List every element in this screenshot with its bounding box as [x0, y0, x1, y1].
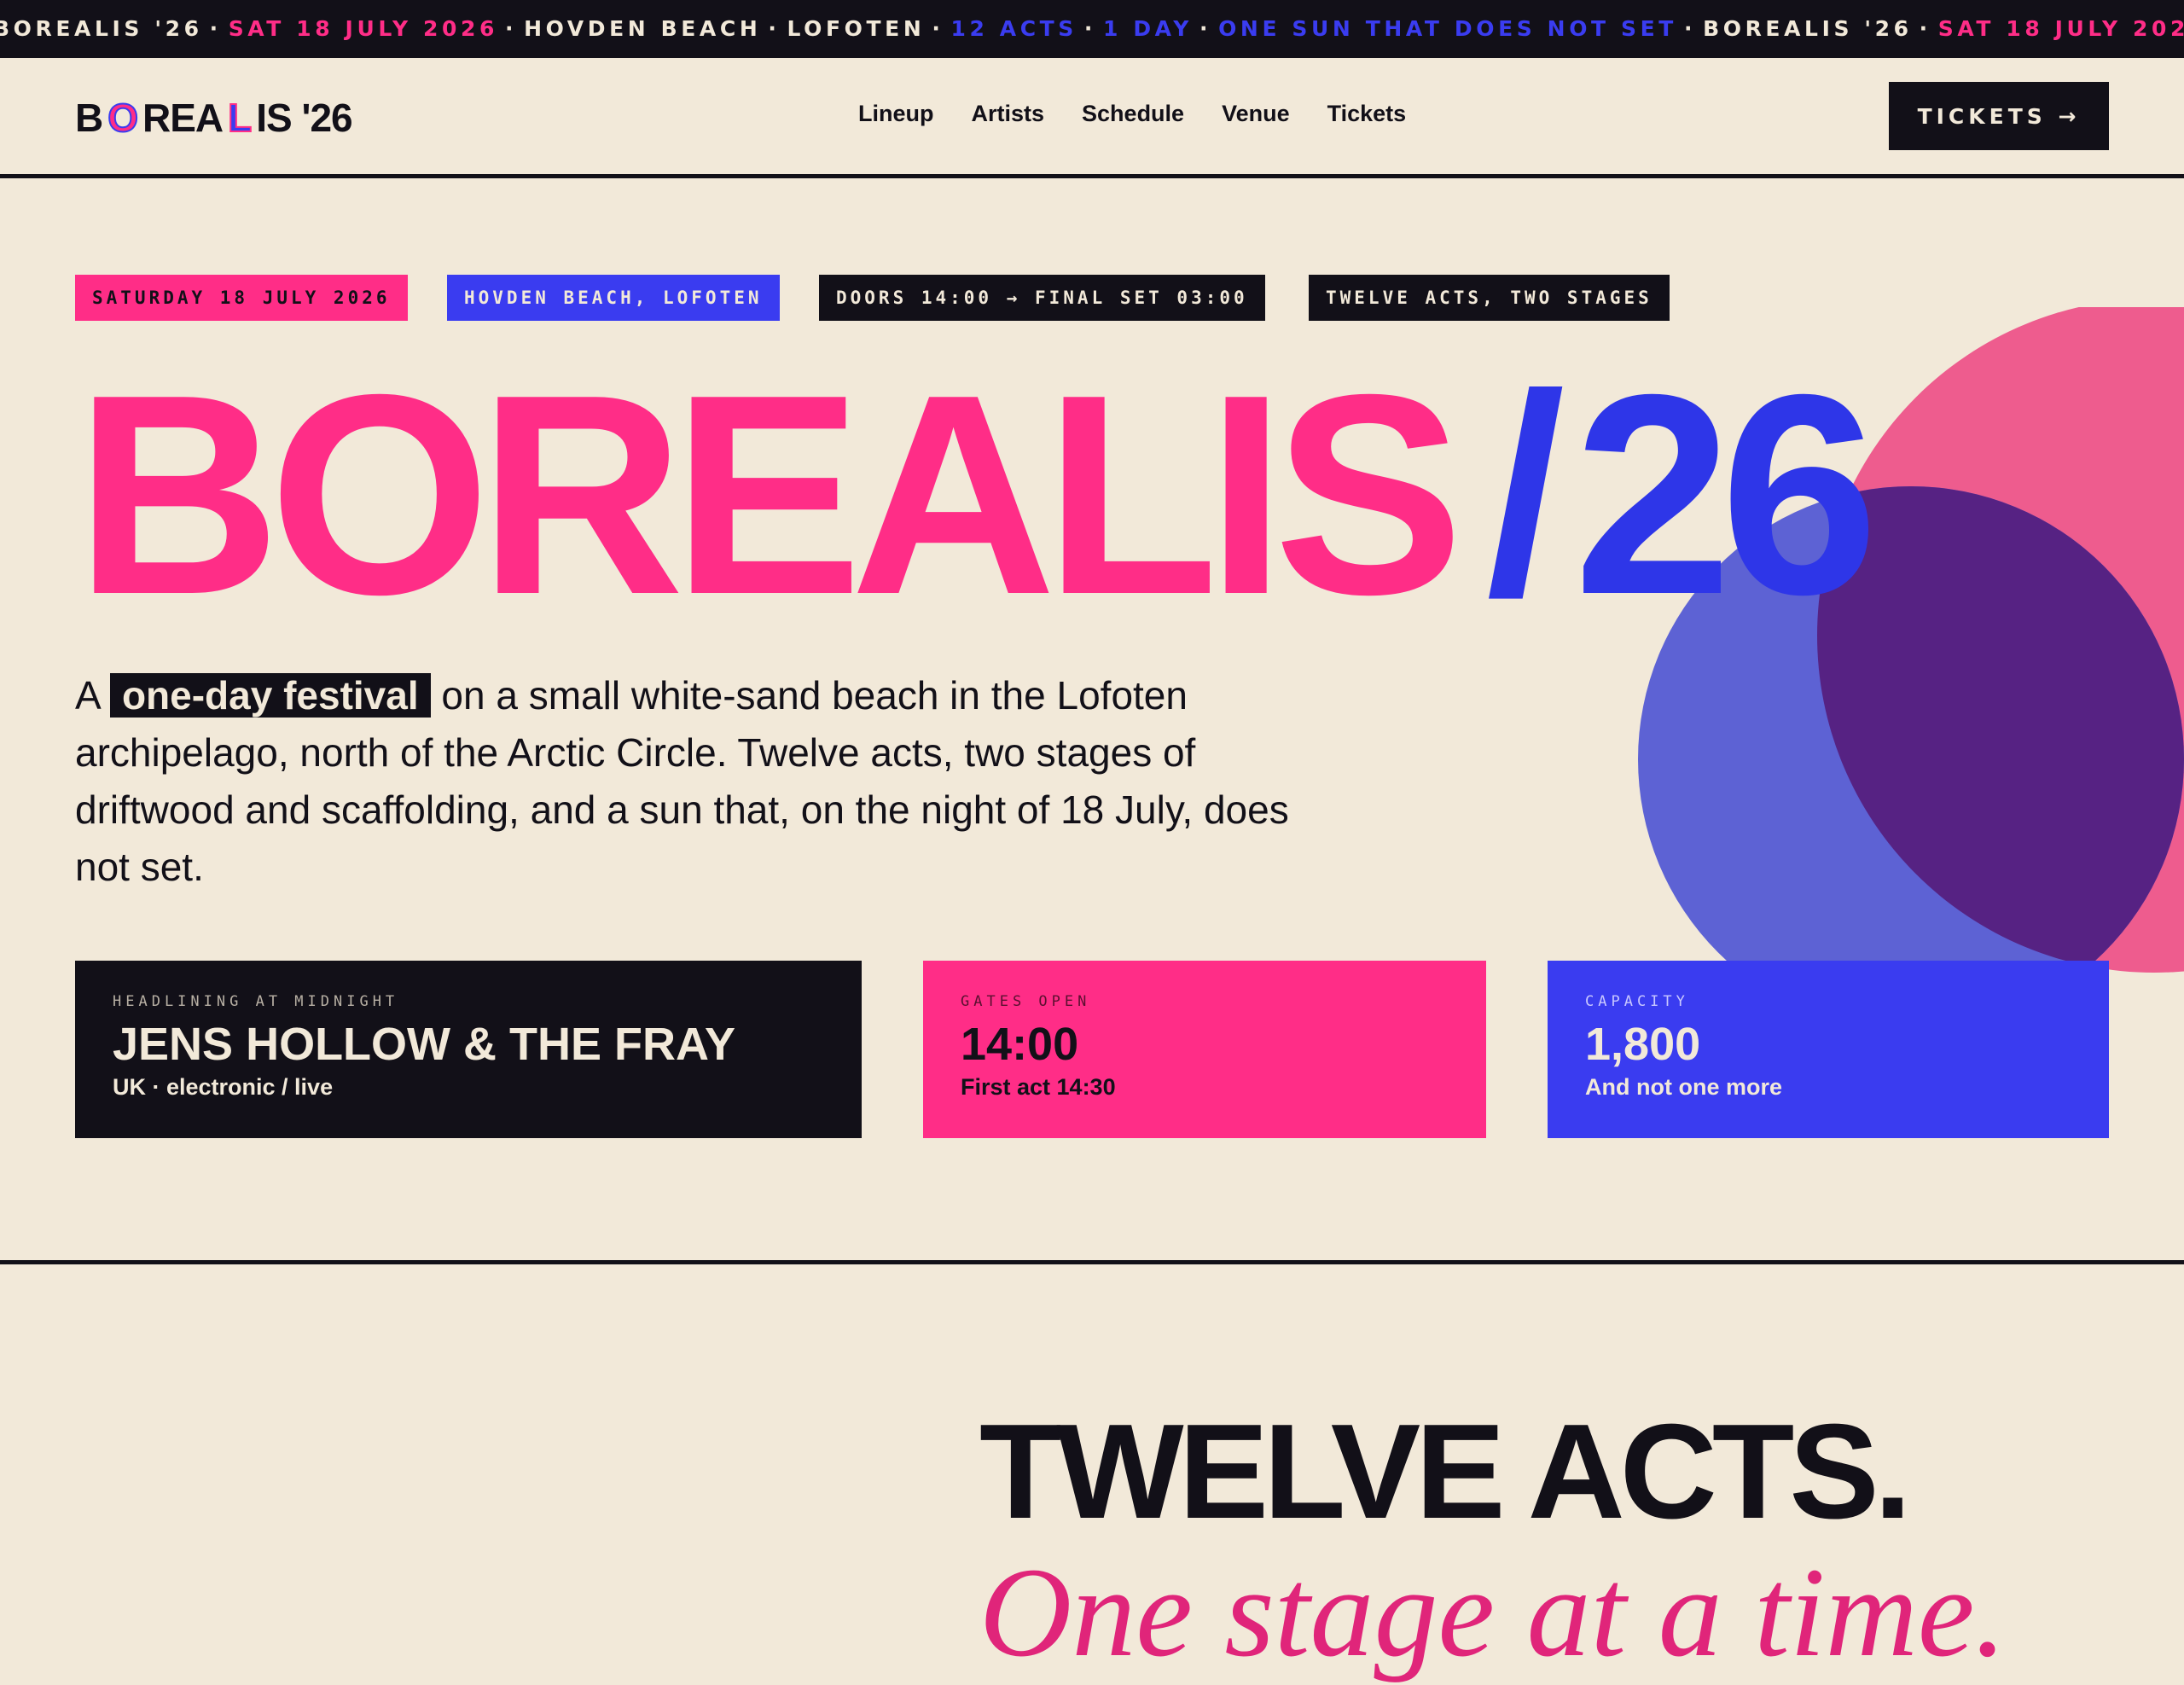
headliner-meta: UK · electronic / live: [113, 1074, 334, 1100]
hero-title-word: BOREALIS: [75, 335, 1464, 654]
header-divider: [0, 174, 2184, 178]
capacity-card: CAPACITY 1,800 And not one more: [1548, 961, 2109, 1138]
headliner-card[interactable]: HEADLINING AT MIDNIGHT JENS HOLLOW & THE…: [75, 961, 862, 1138]
intro-prefix: A: [75, 673, 100, 718]
intro-highlight: one-day festival: [109, 673, 431, 718]
nav-link-tickets[interactable]: Tickets: [1327, 101, 1407, 127]
logo-year: '26: [301, 96, 353, 140]
capacity-label: CAPACITY: [1585, 993, 1689, 1010]
ticker-separator: ·: [768, 16, 781, 41]
hero-intro: A one-day festival on a small white-sand…: [75, 667, 1329, 896]
nav-link-lineup[interactable]: Lineup: [858, 101, 934, 127]
tickets-button[interactable]: TICKETS →: [1889, 82, 2109, 150]
ticker-separator: ·: [1083, 16, 1097, 41]
ticker-item: 1 DAY: [1103, 16, 1193, 41]
nav-link-artists[interactable]: Artists: [972, 101, 1045, 127]
ticker-item: SAT 18 JULY 2026: [1937, 16, 2184, 41]
gates-label: GATES OPEN: [961, 993, 1091, 1010]
ticker-item: 12 ACTS: [950, 16, 1077, 41]
gates-time: 14:00: [961, 1019, 1079, 1070]
ticker-separator: ·: [1919, 16, 1931, 41]
ticker-item: BOREALIS '26: [0, 16, 203, 41]
lineup-subheading: One stage at a time.: [979, 1542, 2007, 1683]
site-logo[interactable]: B O REA L IS '26: [75, 95, 353, 141]
logo-letters-rea: REA: [142, 96, 224, 140]
top-ticker: BOREALIS '26 · SAT 18 JULY 2026 · HOVDEN BEA…: [0, 0, 2184, 58]
logo-letters-is: IS: [256, 96, 292, 140]
headliner-name: JENS HOLLOW & THE FRAY: [113, 1019, 736, 1070]
chip-location: HOVDEN BEACH, LOFOTEN: [447, 275, 780, 321]
ticker-item: ONE SUN THAT DOES NOT SET: [1218, 16, 1677, 41]
lineup-heading: TWELVE ACTS.: [979, 1397, 1912, 1547]
ticker-item: HOVDEN BEACH: [524, 16, 762, 41]
capacity-note: And not one more: [1585, 1074, 1782, 1100]
ticker-separator: ·: [209, 16, 222, 41]
logo-letter-o: O: [107, 95, 139, 141]
section-divider: [0, 1260, 2184, 1264]
logo-letter-b: B: [75, 96, 103, 140]
ticker-separator: ·: [1199, 16, 1212, 41]
main-nav: Lineup Artists Schedule Venue Tickets: [858, 101, 1406, 127]
chip-doors: DOORS 14:00 → FINAL SET 03:00: [819, 275, 1265, 321]
gates-card: GATES OPEN 14:00 First act 14:30: [923, 961, 1486, 1138]
ticker-separator: ·: [1683, 16, 1697, 41]
hero-title: BOREALIS/26: [75, 352, 1879, 637]
capacity-value: 1,800: [1585, 1019, 1701, 1070]
gates-first-act: First act 14:30: [961, 1074, 1116, 1100]
headliner-label: HEADLINING AT MIDNIGHT: [113, 993, 399, 1010]
hero-title-year: 26: [1573, 335, 1879, 654]
ticker-separator: ·: [932, 16, 944, 41]
chip-acts: TWELVE ACTS, TWO STAGES: [1309, 275, 1670, 321]
chip-date: SATURDAY 18 JULY 2026: [75, 275, 408, 321]
hero-title-slash: /: [1485, 335, 1565, 654]
ticker-separator: ·: [504, 16, 518, 41]
logo-letter-l: L: [227, 95, 253, 141]
site-header: B O REA L IS '26 Lineup Artists Schedule Ven…: [0, 58, 2184, 174]
ticker-item: SAT 18 JULY 2026: [228, 16, 498, 41]
nav-link-venue[interactable]: Venue: [1222, 101, 1290, 127]
ticker-item: BOREALIS '26: [1703, 16, 1913, 41]
ticker-item: LOFOTEN: [787, 16, 926, 41]
nav-link-schedule[interactable]: Schedule: [1082, 101, 1184, 127]
ticker-track: BOREALIS '26 · SAT 18 JULY 2026 · HOVDEN BEA…: [0, 0, 2184, 58]
